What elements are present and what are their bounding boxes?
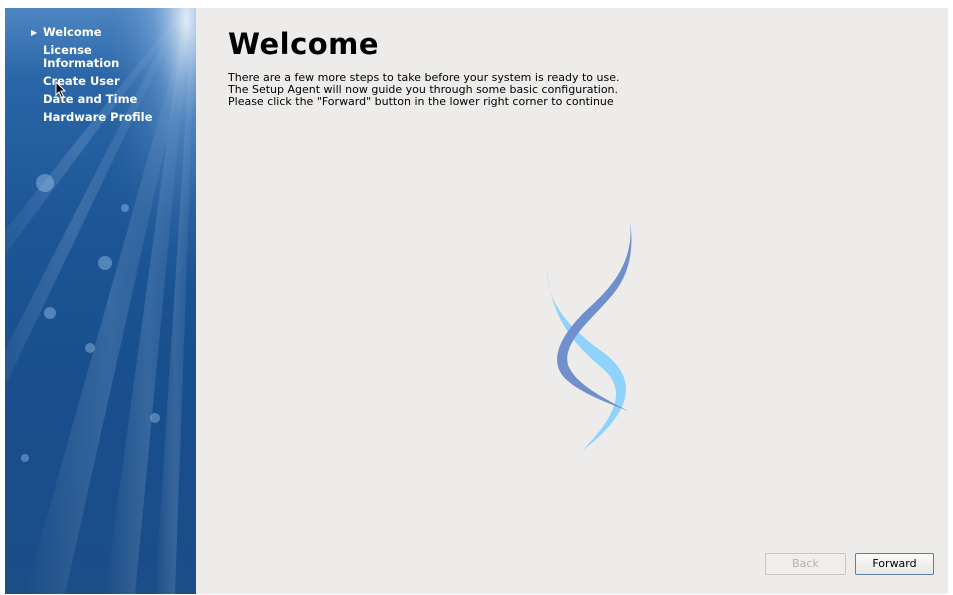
sidebar-nav: ▶ Welcome License Information Create Use… — [29, 26, 193, 129]
sidebar-item-hardware-profile: Hardware Profile — [29, 111, 193, 124]
sidebar-item-date-and-time: Date and Time — [29, 93, 193, 106]
sidebar-item-license-information: License Information — [29, 44, 193, 70]
setup-agent-window: ▶ Welcome License Information Create Use… — [5, 8, 948, 594]
sidebar-item-label: License Information — [43, 43, 120, 70]
main-content: Welcome There are a few more steps to ta… — [196, 8, 948, 594]
sidebar-item-label: Hardware Profile — [43, 110, 153, 124]
sidebar-item-label: Welcome — [43, 25, 102, 39]
distribution-logo-icon — [547, 221, 632, 451]
page-title: Welcome — [228, 27, 380, 61]
mouse-pointer-icon — [55, 81, 67, 99]
intro-line: Please click the "Forward" button in the… — [228, 95, 614, 108]
triangle-right-icon: ▶ — [31, 28, 38, 37]
intro-text: There are a few more steps to take befor… — [228, 72, 619, 108]
sidebar-item-create-user: Create User — [29, 75, 193, 88]
forward-button[interactable]: Forward — [855, 553, 934, 575]
sidebar: ▶ Welcome License Information Create Use… — [5, 8, 196, 594]
back-button[interactable]: Back — [765, 553, 846, 575]
sidebar-item-welcome: ▶ Welcome — [29, 26, 193, 39]
